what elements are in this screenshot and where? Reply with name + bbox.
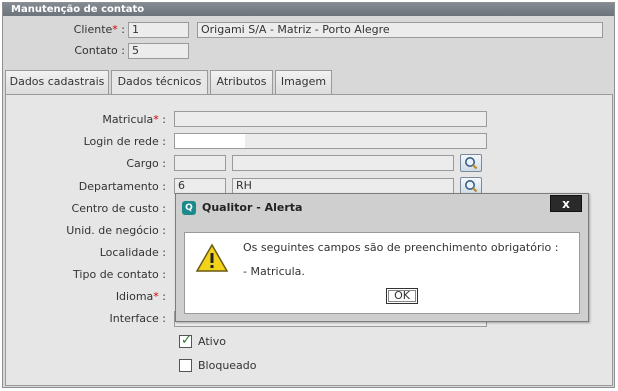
unid-negocio-label: Unid. de negócio : [66,224,166,237]
contato-label: Contato : [74,44,125,57]
tab-imagem[interactable]: Imagem [275,70,332,94]
checkmark-icon: ✓ [181,333,192,348]
tab-dados-tecnicos[interactable]: Dados técnicos [111,70,208,95]
dialog-body: Os seguintes campos são de preenchimento… [184,232,580,314]
centro-custo-label: Centro de custo : [71,202,166,215]
dialog-missing-field: - Matricula. [243,265,305,278]
cliente-label: Cliente* : [73,23,125,36]
cargo-search-button[interactable] [460,154,482,172]
ativo-label: Ativo [198,335,226,348]
warning-icon [195,243,229,272]
cargo-label: Cargo : [126,157,166,170]
matricula-field[interactable] [174,111,487,127]
departamento-code-field[interactable]: 6 [174,178,226,194]
alert-dialog: Q Qualitor - Alerta x Os seguintes campo… [175,193,589,322]
idioma-label: Idioma* : [115,290,166,303]
bloqueado-checkbox[interactable] [179,359,192,372]
cargo-name-field[interactable] [232,155,454,171]
contato-field[interactable]: 5 [128,43,189,59]
cargo-code-field[interactable] [174,155,226,171]
matricula-label: Matricula* : [102,113,166,126]
dialog-title: Qualitor - Alerta [202,201,303,214]
login-label: Login de rede : [83,135,166,148]
window-title: Manutenção de contato [3,3,614,16]
tab-atributos[interactable]: Atributos [210,70,273,94]
ativo-checkbox[interactable]: ✓ [179,333,192,348]
dialog-close-button[interactable]: x [550,195,582,212]
dialog-titlebar: Q Qualitor - Alerta x [176,194,588,220]
interface-label: Interface : [109,312,166,325]
departamento-name-field[interactable]: RH [232,178,454,194]
login-field[interactable] [174,133,487,149]
magnifier-icon [465,180,478,193]
cliente-code-field[interactable]: 1 [128,22,189,38]
login-value-area [175,134,245,148]
qualitor-logo-icon: Q [182,201,196,215]
tab-dados-cadastrais[interactable]: Dados cadastrais [5,70,109,94]
ok-button[interactable]: OK [386,288,418,304]
bloqueado-label: Bloqueado [198,359,257,372]
cliente-name-field[interactable]: Origami S/A - Matriz - Porto Alegre [197,22,603,38]
departamento-label: Departamento : [78,180,166,193]
localidade-label: Localidade : [99,246,166,259]
tipo-contato-label: Tipo de contato : [73,268,166,281]
dialog-message: Os seguintes campos são de preenchimento… [243,241,559,254]
magnifier-icon [465,157,478,170]
